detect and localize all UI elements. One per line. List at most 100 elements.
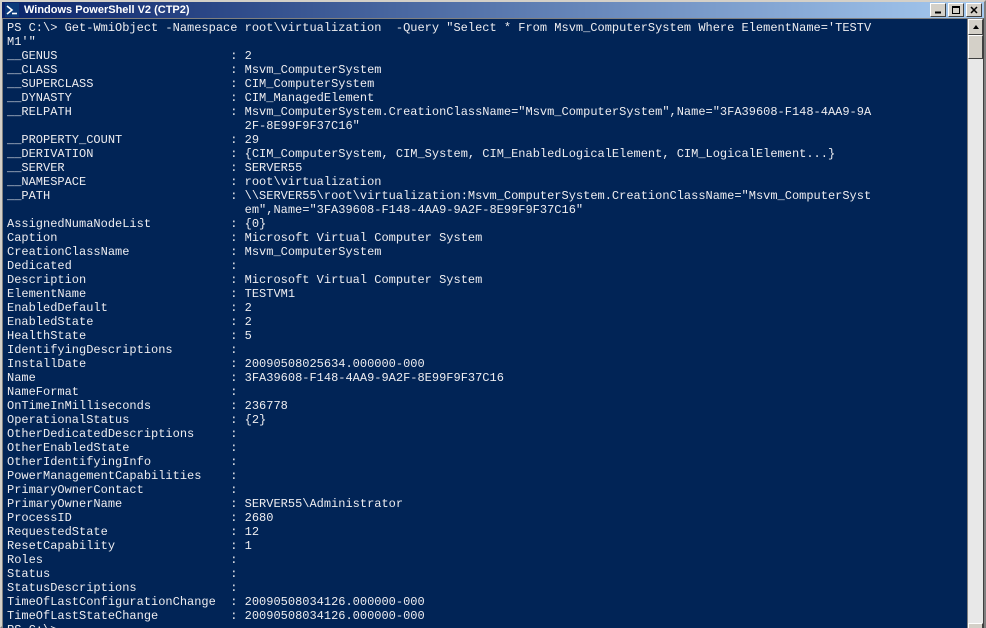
property-row: Description : Microsoft Virtual Computer…	[7, 273, 963, 287]
property-row: OnTimeInMilliseconds : 236778	[7, 399, 963, 413]
property-value: 2	[245, 301, 252, 315]
property-row: __SERVER : SERVER55	[7, 161, 963, 175]
property-value: 20090508034126.000000-000	[245, 595, 425, 609]
property-separator: :	[223, 357, 245, 371]
property-key: Roles	[7, 553, 223, 567]
property-row: Name : 3FA39608-F148-4AA9-9A2F-8E99F9F37…	[7, 371, 963, 385]
property-key: PrimaryOwnerContact	[7, 483, 223, 497]
property-row: Roles :	[7, 553, 963, 567]
property-value: 2	[245, 49, 252, 63]
property-row: EnabledState : 2	[7, 315, 963, 329]
property-key: __PATH	[7, 189, 223, 203]
property-row: OtherEnabledState :	[7, 441, 963, 455]
property-row: __DERIVATION : {CIM_ComputerSystem, CIM_…	[7, 147, 963, 161]
property-row: InstallDate : 20090508025634.000000-000	[7, 357, 963, 371]
property-row: AssignedNumaNodeList : {0}	[7, 217, 963, 231]
property-separator: :	[223, 161, 245, 175]
property-row: PrimaryOwnerContact :	[7, 483, 963, 497]
property-separator: :	[223, 189, 245, 203]
minimize-button[interactable]	[930, 3, 946, 17]
property-key: EnabledDefault	[7, 301, 223, 315]
window-title: Windows PowerShell V2 (CTP2)	[24, 4, 930, 16]
property-separator: :	[223, 329, 245, 343]
property-value: SERVER55\Administrator	[245, 497, 403, 511]
property-value: Msvm_ComputerSystem	[245, 63, 382, 77]
property-key: ResetCapability	[7, 539, 223, 553]
property-value: 20090508034126.000000-000	[245, 609, 425, 623]
maximize-button[interactable]	[948, 3, 964, 17]
scroll-up-button[interactable]	[968, 19, 983, 35]
property-key: HealthState	[7, 329, 223, 343]
scroll-track[interactable]	[968, 35, 983, 623]
prompt-prefix: PS C:\>	[7, 623, 65, 628]
property-separator: :	[223, 287, 245, 301]
property-key: IdentifyingDescriptions	[7, 343, 223, 357]
property-separator: :	[223, 371, 245, 385]
property-key: TimeOfLastConfigurationChange	[7, 595, 223, 609]
property-separator: :	[223, 441, 245, 455]
property-row: Caption : Microsoft Virtual Computer Sys…	[7, 231, 963, 245]
property-row: OperationalStatus : {2}	[7, 413, 963, 427]
property-row: Dedicated :	[7, 259, 963, 273]
property-separator: :	[223, 399, 245, 413]
property-key: Caption	[7, 231, 223, 245]
property-separator: :	[223, 133, 245, 147]
property-key: NameFormat	[7, 385, 223, 399]
app-icon	[4, 2, 20, 18]
property-value: {0}	[245, 217, 267, 231]
property-value: 236778	[245, 399, 288, 413]
property-key: __CLASS	[7, 63, 223, 77]
vertical-scrollbar[interactable]	[967, 19, 983, 628]
scroll-down-button[interactable]	[968, 623, 983, 628]
property-row: __GENUS : 2	[7, 49, 963, 63]
property-separator: :	[223, 497, 245, 511]
property-key: EnabledState	[7, 315, 223, 329]
close-button[interactable]	[966, 3, 982, 17]
property-value: 20090508025634.000000-000	[245, 357, 425, 371]
property-separator: :	[223, 525, 245, 539]
property-separator: :	[223, 91, 245, 105]
property-separator: :	[223, 175, 245, 189]
property-key: PowerManagementCapabilities	[7, 469, 223, 483]
property-row: __PATH : \\SERVER55\root\virtualization:…	[7, 189, 963, 203]
property-row: __DYNASTY : CIM_ManagedElement	[7, 91, 963, 105]
property-separator: :	[223, 539, 245, 553]
property-key: StatusDescriptions	[7, 581, 223, 595]
property-key: OtherEnabledState	[7, 441, 223, 455]
property-separator: :	[223, 609, 245, 623]
property-row: PrimaryOwnerName : SERVER55\Administrato…	[7, 497, 963, 511]
property-key: __NAMESPACE	[7, 175, 223, 189]
property-row: PowerManagementCapabilities :	[7, 469, 963, 483]
property-row: __NAMESPACE : root\virtualization	[7, 175, 963, 189]
property-key: __DYNASTY	[7, 91, 223, 105]
property-row: __SUPERCLASS : CIM_ComputerSystem	[7, 77, 963, 91]
property-separator: :	[223, 273, 245, 287]
property-value: Microsoft Virtual Computer System	[245, 231, 483, 245]
property-value: Microsoft Virtual Computer System	[245, 273, 483, 287]
property-row: ProcessID : 2680	[7, 511, 963, 525]
property-key: __SUPERCLASS	[7, 77, 223, 91]
property-separator: :	[223, 581, 245, 595]
property-key: OtherDedicatedDescriptions	[7, 427, 223, 441]
property-key: __RELPATH	[7, 105, 223, 119]
scroll-thumb[interactable]	[968, 35, 983, 59]
property-separator: :	[223, 245, 245, 259]
property-value: SERVER55	[245, 161, 303, 175]
property-row: OtherDedicatedDescriptions :	[7, 427, 963, 441]
property-value: 29	[245, 133, 259, 147]
prompt-line[interactable]: PS C:\>	[7, 623, 963, 628]
property-separator: :	[223, 343, 245, 357]
property-value: 12	[245, 525, 259, 539]
property-key: __SERVER	[7, 161, 223, 175]
property-row: ElementName : TESTVM1	[7, 287, 963, 301]
property-key: Dedicated	[7, 259, 223, 273]
property-separator: :	[223, 483, 245, 497]
console-output[interactable]: PS C:\> Get-WmiObject -Namespace root\vi…	[3, 19, 967, 628]
titlebar[interactable]: Windows PowerShell V2 (CTP2)	[2, 2, 984, 18]
property-value: root\virtualization	[245, 175, 382, 189]
property-value: \\SERVER55\root\virtualization:Msvm_Comp…	[245, 189, 872, 203]
property-key: RequestedState	[7, 525, 223, 539]
property-key: OperationalStatus	[7, 413, 223, 427]
property-row: OtherIdentifyingInfo :	[7, 455, 963, 469]
property-row: StatusDescriptions :	[7, 581, 963, 595]
